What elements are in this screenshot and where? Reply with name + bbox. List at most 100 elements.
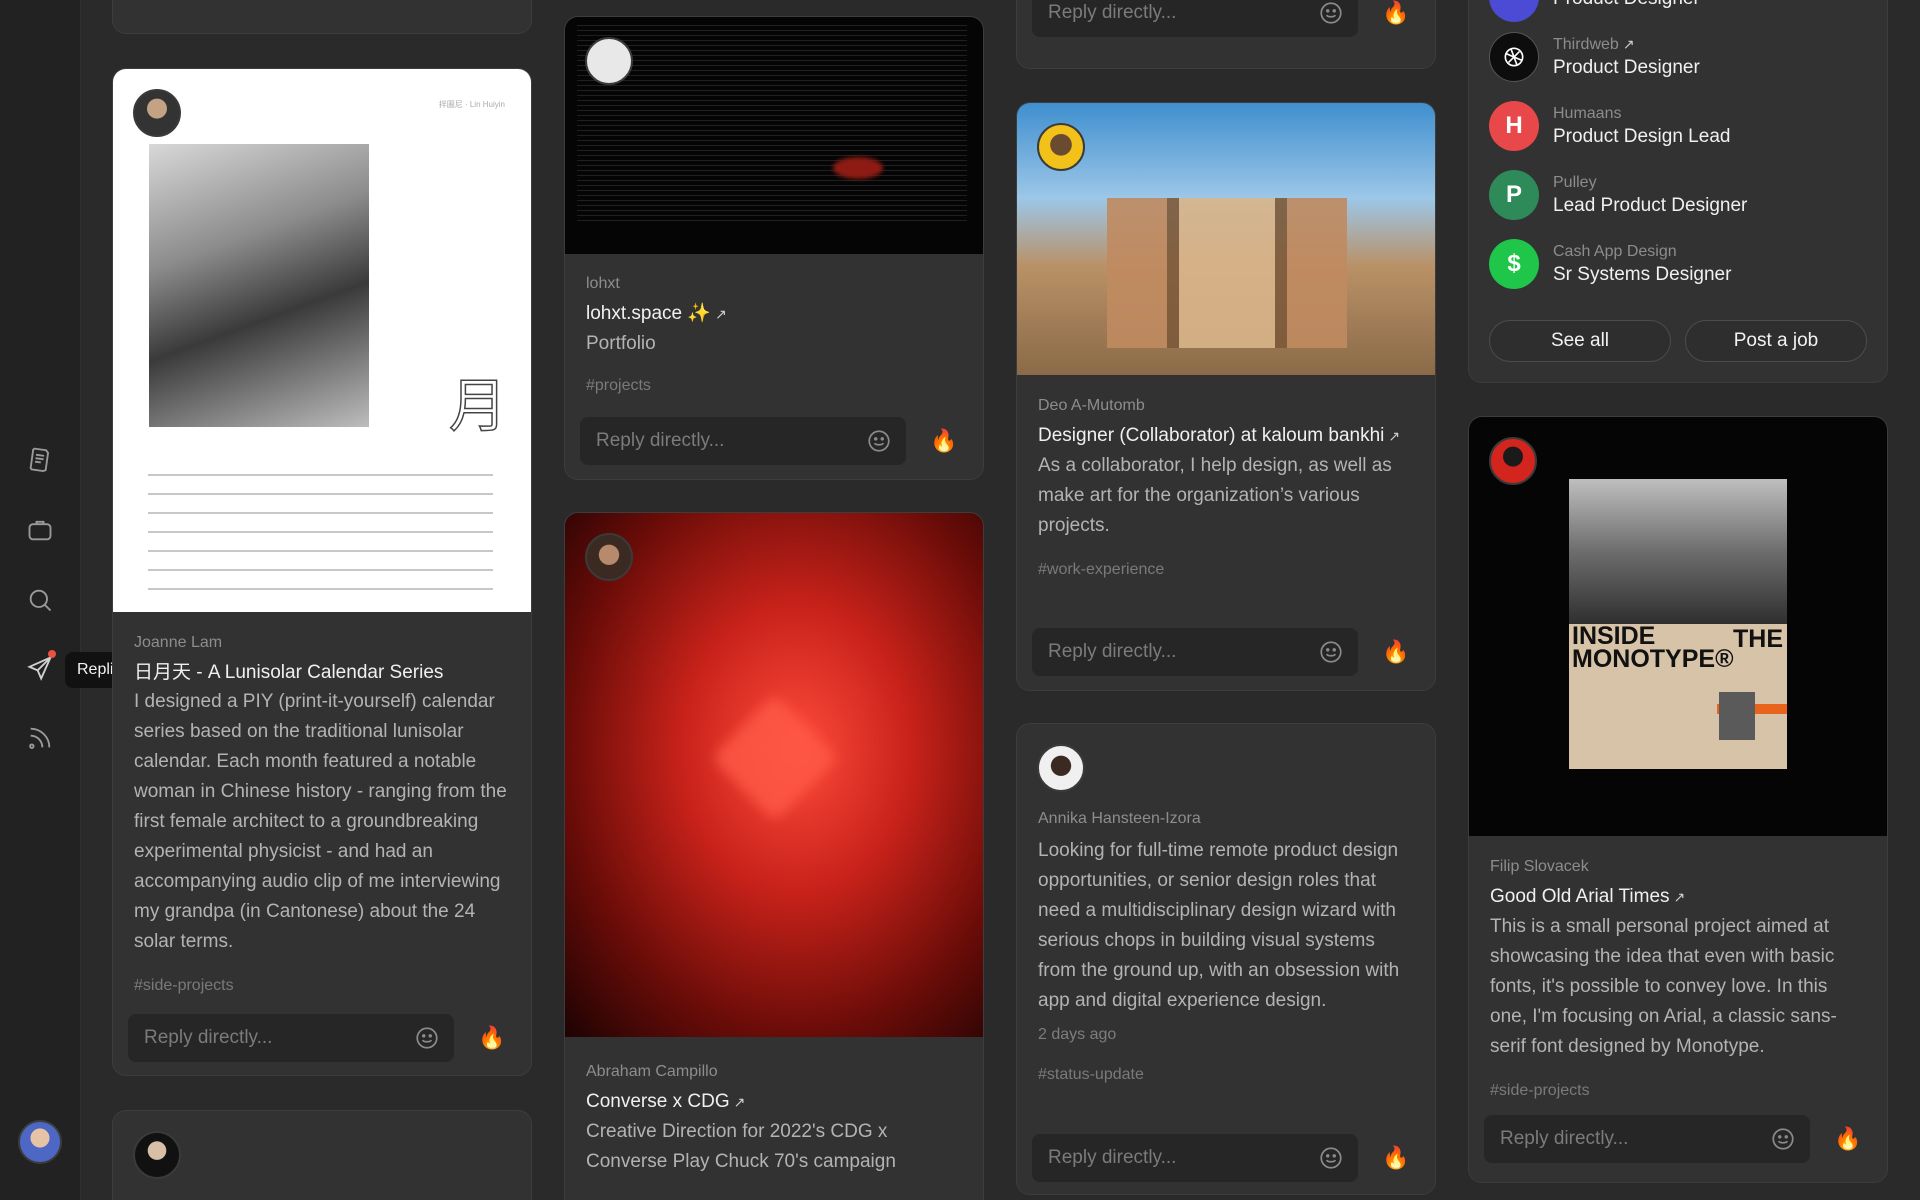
reply-row: 🔥: [1032, 628, 1420, 676]
reply-row: 🔥: [1484, 1115, 1872, 1163]
poster-title: INSIDE MONOTYPE®: [1572, 622, 1734, 673]
avatar[interactable]: [18, 1120, 62, 1164]
red-accent: [833, 157, 883, 179]
reply-box: [1032, 0, 1358, 37]
job-item[interactable]: $ Cash App Design Sr Systems Designer: [1489, 236, 1731, 292]
reply-input[interactable]: [144, 1027, 394, 1049]
reply-row: 🔥: [580, 417, 968, 465]
emoji-icon[interactable]: [1770, 1126, 1796, 1152]
author-avatar[interactable]: [585, 533, 633, 581]
pulley-logo-icon: P: [1489, 170, 1539, 220]
job-role: Product Designer: [1553, 56, 1700, 78]
post-card-annika[interactable]: Annika Hansteen-Izora Looking for full-t…: [1016, 723, 1436, 1195]
author-avatar[interactable]: [1489, 437, 1537, 485]
fire-icon[interactable]: 🔥: [1382, 2, 1409, 24]
fire-icon[interactable]: 🔥: [1834, 1128, 1861, 1150]
post-description: Looking for full-time remote product des…: [1038, 840, 1400, 1011]
job-item[interactable]: Thirdweb ↗ Product Designer: [1489, 29, 1700, 85]
author-avatar[interactable]: [1037, 123, 1085, 171]
post-title[interactable]: Designer (Collaborator) at kaloum bankhi…: [1038, 421, 1414, 451]
fire-icon[interactable]: 🔥: [1382, 1147, 1409, 1169]
see-all-button[interactable]: See all: [1489, 320, 1671, 362]
poster-the: THE: [1733, 625, 1783, 653]
reply-input[interactable]: [1048, 2, 1298, 24]
post-author[interactable]: Deo A-Mutomb: [1038, 397, 1414, 415]
job-company: Cash App Design: [1553, 242, 1677, 260]
post-card-filip[interactable]: INSIDE MONOTYPE® THE Filip Slovacek Good…: [1468, 416, 1888, 1183]
emoji-icon[interactable]: [866, 428, 892, 454]
reply-input[interactable]: [1048, 641, 1298, 663]
emoji-icon[interactable]: [1318, 1145, 1344, 1171]
post-tag[interactable]: #status-update: [1038, 1066, 1414, 1084]
post-subtitle: Portfolio: [586, 333, 656, 354]
reply-input[interactable]: [1048, 1147, 1298, 1169]
post-title[interactable]: Good Old Arial Times ↗: [1490, 882, 1866, 912]
post-title[interactable]: Converse x CDG ↗: [586, 1087, 962, 1117]
job-item[interactable]: H Humaans Product Design Lead: [1489, 98, 1730, 154]
emoji-icon[interactable]: [414, 1025, 440, 1051]
post-card-partial[interactable]: 🔥: [1016, 0, 1436, 69]
post-title[interactable]: 日月天 - A Lunisolar Calendar Series: [134, 658, 510, 687]
post-author[interactable]: lohxt: [586, 275, 962, 293]
post-tag[interactable]: #side-projects: [1490, 1082, 1866, 1100]
gate-illustration: [1107, 198, 1347, 348]
post-card-partial: [112, 0, 532, 34]
post-tag[interactable]: #side-projects: [134, 977, 510, 995]
author-avatar[interactable]: [133, 89, 181, 137]
post-card-joanne[interactable]: 拌圖尼 · Lin Huiyin 月 Joanne Lam 日月天 - A Lu…: [112, 68, 532, 1076]
post-card-partial[interactable]: [112, 1110, 532, 1200]
search-icon: [29, 589, 52, 612]
sidebar-item-feed[interactable]: [22, 720, 58, 756]
post-author[interactable]: Filip Slovacek: [1490, 858, 1866, 876]
author-avatar[interactable]: [133, 1131, 181, 1179]
site-preview-text: [577, 21, 967, 221]
author-avatar[interactable]: [1037, 744, 1085, 792]
briefcase-icon: [28, 520, 52, 541]
post-author[interactable]: Abraham Campillo: [586, 1063, 962, 1081]
reply-box: [580, 417, 906, 465]
calendar-grid: [148, 459, 493, 591]
photo: [149, 144, 369, 427]
reply-box: [1032, 1134, 1358, 1182]
reply-box: [128, 1014, 454, 1062]
fire-icon[interactable]: 🔥: [1382, 641, 1409, 663]
emoji-icon[interactable]: [1318, 0, 1344, 26]
author-avatar[interactable]: [585, 37, 633, 85]
post-title[interactable]: lohxt.space ✨ ↗: [586, 299, 962, 329]
post-tag[interactable]: #work-experience: [1038, 561, 1414, 579]
external-link-icon: ↗: [715, 306, 727, 322]
post-tag[interactable]: #projects: [586, 377, 962, 395]
post-description: Creative Direction for 2022's CDG x Conv…: [586, 1121, 896, 1172]
post-card-lohxt[interactable]: lohxt lohxt.space ✨ ↗ Portfolio #projects…: [564, 16, 984, 480]
reply-input[interactable]: [1500, 1128, 1750, 1150]
poster: INSIDE MONOTYPE® THE: [1569, 479, 1787, 769]
post-card-deo[interactable]: Deo A-Mutomb Designer (Collaborator) at …: [1016, 102, 1436, 691]
job-role: Lead Product Designer: [1553, 194, 1748, 216]
sidebar-item-notes[interactable]: [22, 442, 58, 478]
sidebar-item-search[interactable]: [22, 582, 58, 618]
thirdweb-logo-icon: [1489, 32, 1539, 82]
sidebar-item-jobs[interactable]: [22, 512, 58, 548]
sidebar-item-replies[interactable]: [22, 650, 58, 686]
fire-icon[interactable]: 🔥: [930, 430, 957, 452]
heart-shape: [711, 694, 839, 822]
calendar-glyph: 月: [448, 371, 508, 441]
post-card-abraham[interactable]: Abraham Campillo Converse x CDG ↗ Creativ…: [564, 512, 984, 1200]
jobs-panel: Product Designer Thirdweb↗ Product Design…: [1468, 0, 1888, 383]
emoji-icon[interactable]: [1318, 639, 1344, 665]
job-item[interactable]: P Pulley Lead Product Designer: [1489, 167, 1747, 223]
job-role: Product Design Lead: [1553, 125, 1731, 147]
reply-box: [1032, 628, 1358, 676]
job-company: Thirdweb ↗: [1553, 35, 1635, 53]
post-job-button[interactable]: Post a job: [1685, 320, 1867, 362]
post-author[interactable]: Joanne Lam: [134, 634, 510, 652]
reply-row: 🔥: [1032, 1134, 1420, 1182]
reply-input[interactable]: [596, 430, 846, 452]
post-image: 拌圖尼 · Lin Huiyin 月: [113, 69, 531, 612]
external-link-icon: ↗: [733, 1094, 746, 1110]
post-author[interactable]: Annika Hansteen-Izora: [1038, 810, 1414, 828]
job-item[interactable]: Product Designer: [1489, 0, 1700, 25]
notes-icon: [29, 447, 50, 473]
fire-icon[interactable]: 🔥: [478, 1027, 505, 1049]
external-link-icon: ↗: [1622, 35, 1635, 52]
